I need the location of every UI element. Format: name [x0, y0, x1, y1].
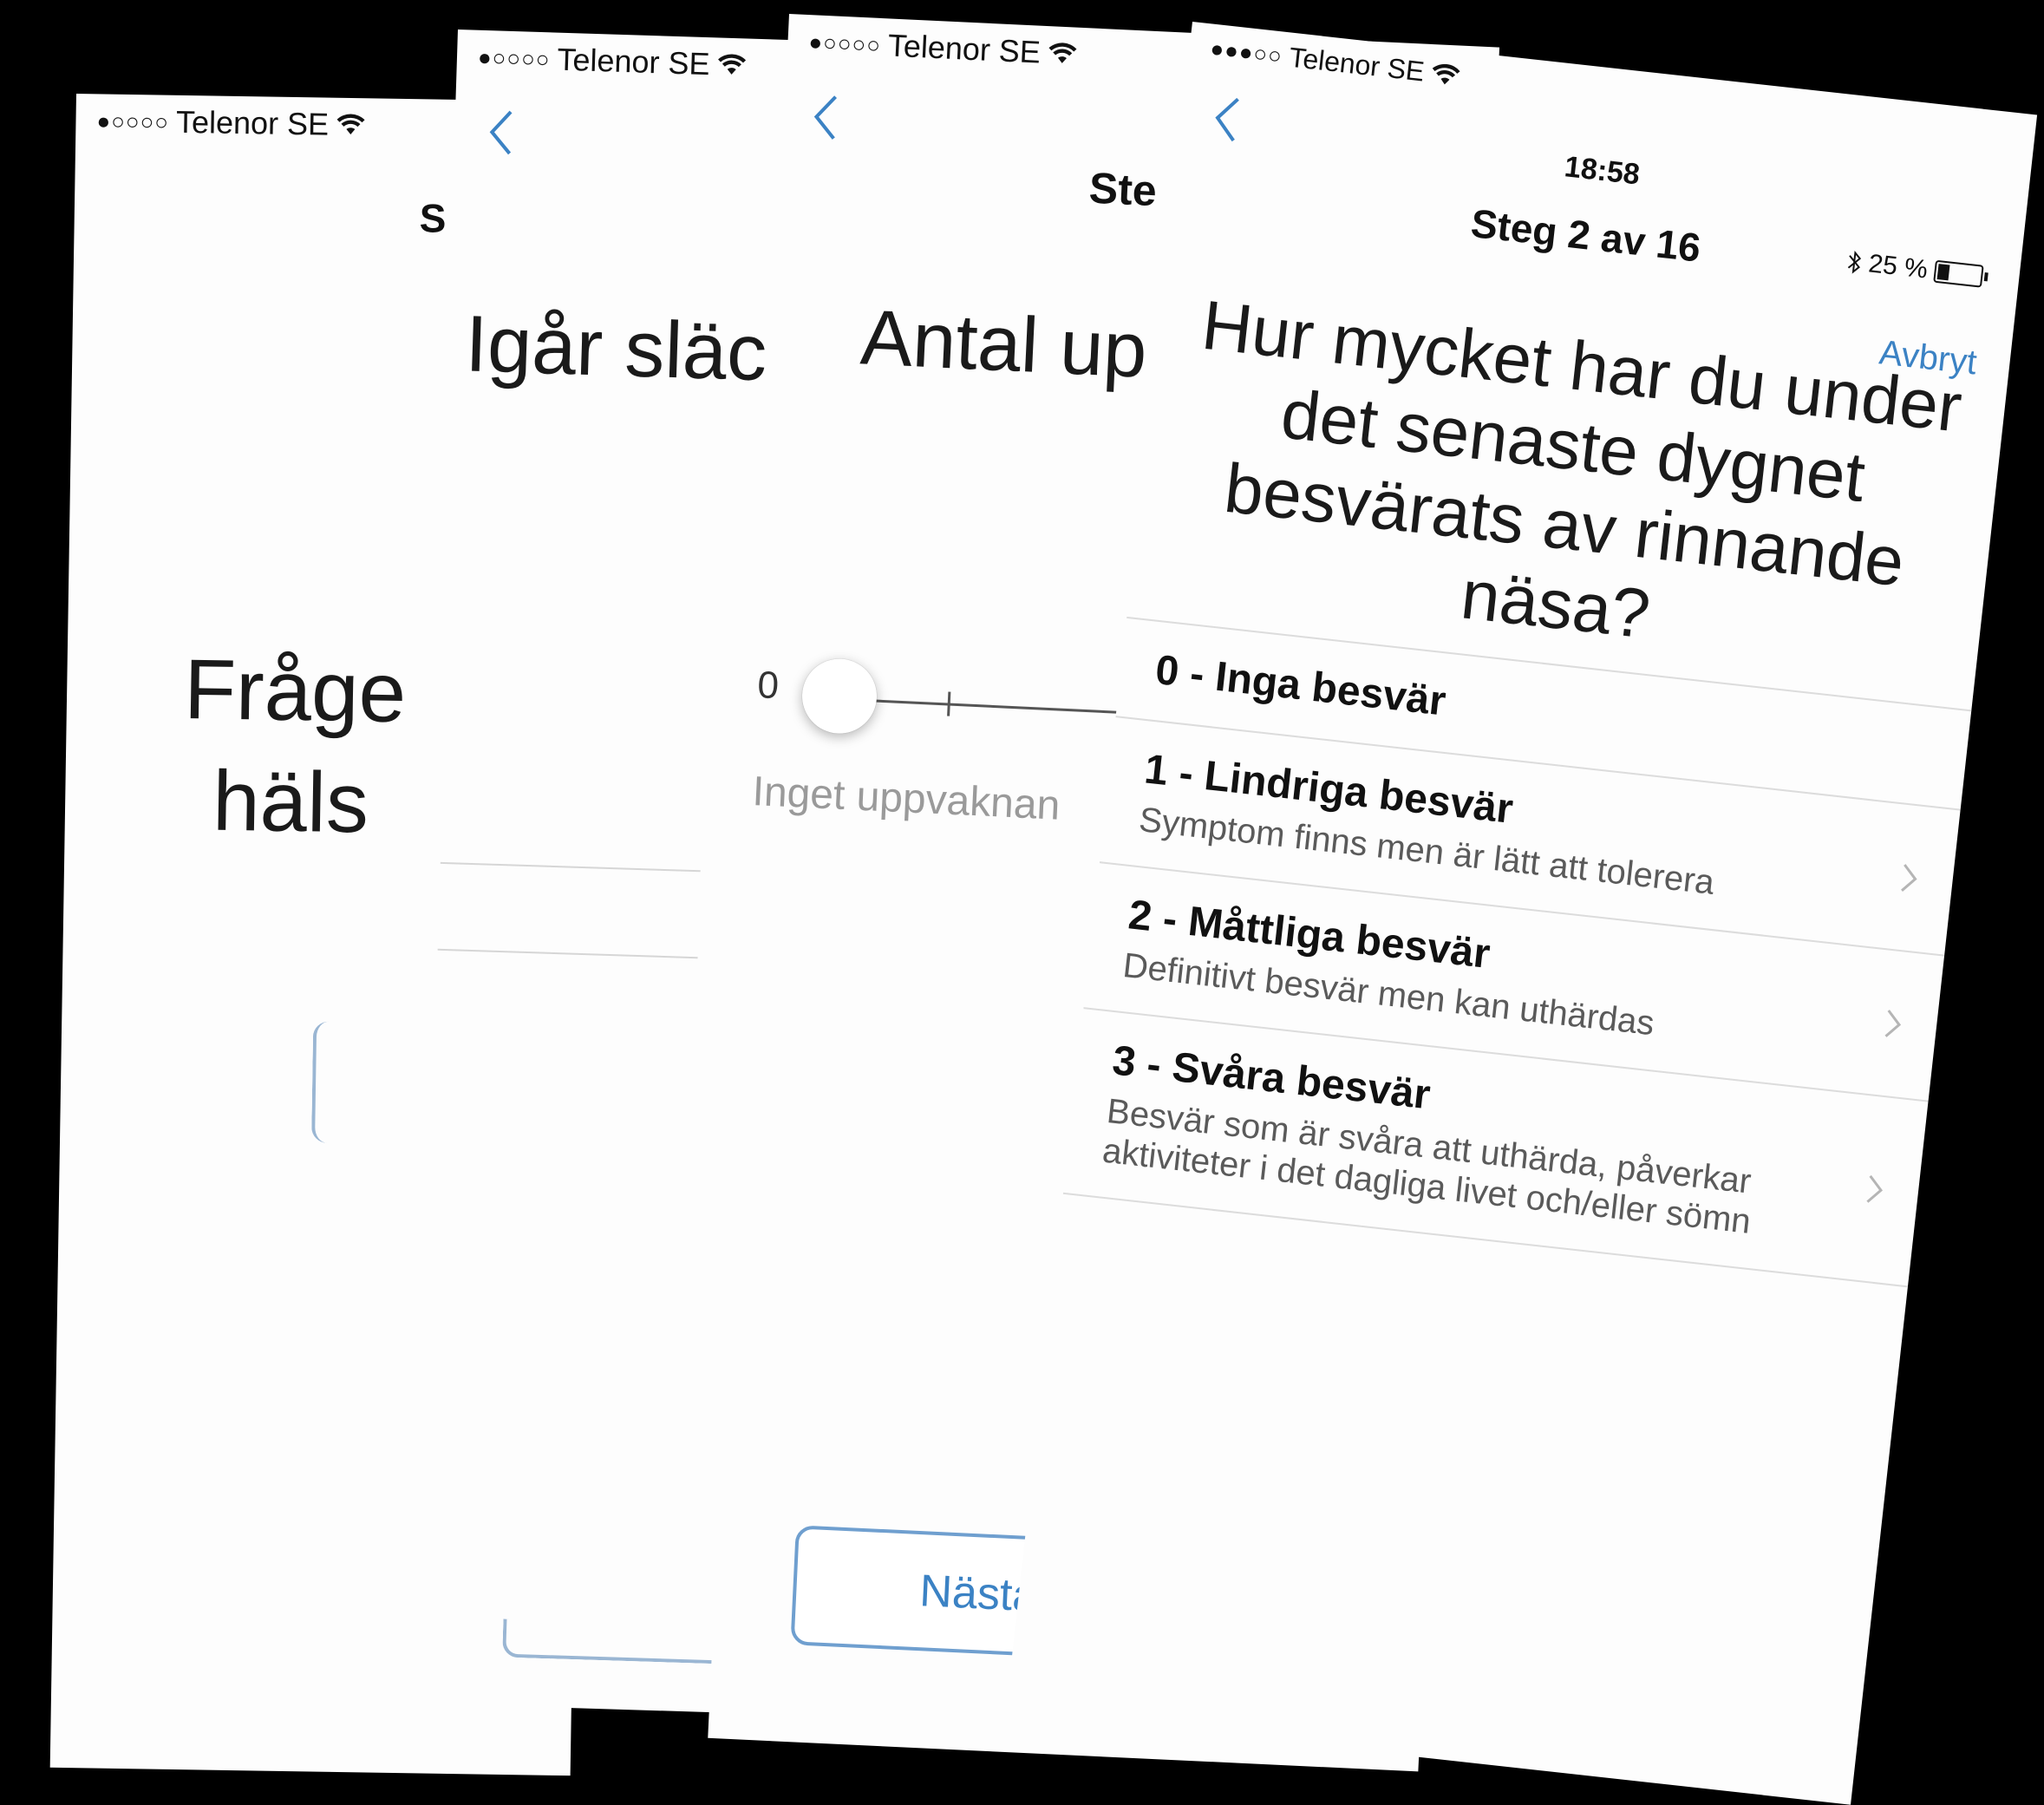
chevron-right-icon [1883, 1007, 1904, 1040]
back-chevron-icon[interactable] [811, 93, 839, 141]
signal-dots-icon: ●○○○○ [807, 28, 882, 58]
slider-value-caption: Inget uppvaknan [751, 768, 1061, 829]
nav-title-fragment: S [419, 195, 447, 241]
carrier-label: Telenor SE [1287, 41, 1427, 88]
status-time: 18:58 [1563, 150, 1642, 192]
wifi-icon [1432, 63, 1460, 84]
battery-icon [1933, 259, 1984, 288]
signal-dots-icon: ●○○○○ [477, 43, 551, 72]
carrier-label: Telenor SE [887, 27, 1042, 70]
carrier-label: Telenor SE [556, 41, 711, 82]
battery-indicator: 25 % [1845, 246, 1989, 291]
battery-percent: 25 % [1866, 249, 1930, 284]
status-bar: ●○○○○ Telenor SE [808, 23, 1078, 73]
question-heading-fragment: Igår släc [464, 299, 768, 398]
carrier-label: Telenor SE [175, 103, 330, 142]
status-bar: ●○○○○ Telenor SE [477, 39, 747, 84]
question-heading-fragment: Antal up [859, 294, 1149, 395]
divider [437, 948, 698, 959]
slider-min-label: 0 [756, 664, 780, 708]
bluetooth-icon [1847, 250, 1861, 274]
chevron-right-icon [1864, 1173, 1885, 1206]
slider-thumb[interactable] [800, 657, 878, 736]
nav-title-fragment: Ste [1087, 163, 1158, 216]
wifi-icon [717, 54, 746, 75]
status-bar: ●●●○○ Telenor SE [1209, 33, 1462, 93]
back-chevron-icon[interactable] [487, 108, 514, 156]
intro-heading-line-1: Fråge [183, 641, 408, 741]
question-text: Hur mycket har du under det senaste dygn… [1198, 285, 1966, 653]
battery-fill [1936, 264, 1950, 281]
page-title: Steg 2 av 16 [1468, 199, 1703, 271]
wifi-icon [1048, 43, 1077, 63]
signal-dots-icon: ●○○○○ [96, 107, 170, 135]
intro-heading-line-2: häls [212, 752, 369, 851]
wifi-icon [336, 114, 365, 134]
signal-dots-icon: ●●●○○ [1209, 35, 1284, 69]
battery-tip [1983, 272, 1988, 282]
answer-options: 0 - Inga besvär 1 - Lindriga besvär Symp… [1062, 616, 1972, 1290]
status-bar: ●○○○○ Telenor SE [96, 102, 365, 143]
divider [440, 861, 701, 873]
intro-heading: Fråge häls [181, 633, 407, 859]
start-button-fragment[interactable] [311, 1021, 343, 1143]
back-chevron-icon[interactable] [1211, 94, 1242, 143]
chevron-right-icon [1899, 861, 1920, 894]
